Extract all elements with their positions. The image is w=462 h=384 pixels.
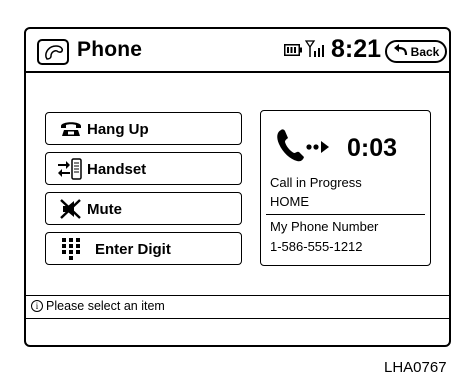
back-label: Back bbox=[410, 44, 440, 59]
page-title: Phone bbox=[77, 38, 143, 61]
handset-label: Handset bbox=[87, 161, 147, 178]
mute-icon bbox=[60, 199, 82, 224]
my-phone-number-label: My Phone Number bbox=[270, 219, 379, 234]
enter-digit-button[interactable]: Enter Digit bbox=[45, 232, 242, 265]
back-arrow-icon bbox=[393, 43, 408, 60]
my-phone-number: 1-586-555-1212 bbox=[270, 239, 363, 254]
call-info-panel: 0:03 Call in Progress HOME My Phone Numb… bbox=[260, 110, 431, 266]
mute-label: Mute bbox=[87, 201, 122, 218]
status-message: Please select an item bbox=[46, 299, 165, 313]
phone-screen: Phone 8:21 Back Hang Up Handset Mute Ent… bbox=[24, 27, 451, 347]
battery-icon bbox=[284, 43, 302, 61]
info-icon: i bbox=[31, 300, 43, 312]
figure-caption: LHA0767 bbox=[384, 359, 447, 376]
keypad-icon bbox=[61, 237, 81, 266]
back-button[interactable]: Back bbox=[385, 40, 447, 63]
title-bar: Phone 8:21 Back bbox=[26, 29, 449, 73]
handset-button[interactable]: Handset bbox=[45, 152, 242, 185]
handset-icon bbox=[57, 158, 83, 185]
mute-button[interactable]: Mute bbox=[45, 192, 242, 225]
hang-up-icon bbox=[60, 119, 82, 144]
clock: 8:21 bbox=[331, 35, 382, 63]
call-timer: 0:03 bbox=[347, 134, 398, 162]
status-bar: i Please select an item bbox=[26, 295, 449, 319]
caller-name: HOME bbox=[270, 194, 309, 209]
phone-app-icon bbox=[37, 39, 69, 65]
call-status: Call in Progress bbox=[270, 175, 362, 190]
active-call-icon bbox=[275, 128, 341, 169]
divider bbox=[266, 214, 425, 215]
hang-up-label: Hang Up bbox=[87, 121, 149, 138]
signal-icon bbox=[304, 40, 327, 63]
hang-up-button[interactable]: Hang Up bbox=[45, 112, 242, 145]
enter-digit-label: Enter Digit bbox=[95, 241, 171, 258]
